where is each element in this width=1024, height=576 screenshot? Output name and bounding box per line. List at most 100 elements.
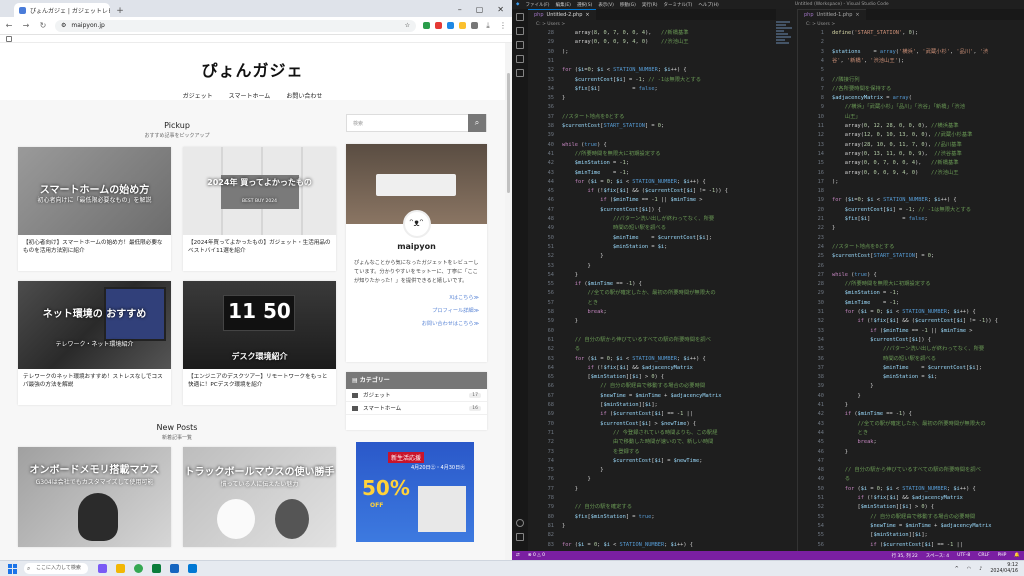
language-mode[interactable]: PHP	[998, 553, 1007, 559]
site-info-icon[interactable]: ⚙	[61, 22, 66, 29]
search-icon[interactable]: ⌕	[468, 114, 486, 132]
source-control-icon[interactable]	[516, 41, 524, 49]
outlook-icon[interactable]	[170, 564, 179, 573]
account-icon[interactable]	[516, 519, 524, 527]
ad-date: 4月20日㊏・4月30日㊋	[411, 465, 466, 471]
line-number: 66	[547, 383, 554, 390]
download-icon[interactable]: ⤓	[483, 21, 493, 31]
code-line: // 自分の駅から伸びているすべての駅の所要時間を調べ	[844, 467, 981, 474]
new-post-card[interactable]: トラックボールマウスの使い勝手 慣っている人に伝えたい魅力	[183, 447, 336, 547]
remote-icon[interactable]: ⇄	[516, 553, 520, 558]
menu-file[interactable]: ファイル(F)	[525, 2, 549, 8]
taskbar-search-input[interactable]: ここに入力して検索	[24, 563, 88, 574]
url-text: maipyon.jp	[71, 22, 105, 29]
nav-item-gadget[interactable]: ガジェット	[183, 91, 213, 100]
reload-icon[interactable]: ↻	[38, 21, 48, 30]
profile-link-contact[interactable]: お問い合わせはこちら≫	[354, 318, 479, 331]
extension-icon[interactable]	[423, 22, 430, 29]
network-icon[interactable]: ◠	[967, 566, 971, 572]
vscode-taskbar-icon[interactable]	[188, 564, 197, 573]
encoding[interactable]: UTF-8	[957, 553, 970, 559]
category-item-smarthome[interactable]: スマートホーム 16	[346, 402, 487, 415]
clock[interactable]: 9:12 2024/04/16	[990, 563, 1018, 574]
address-bar: ← → ↻ ⚙ maipyon.jp ☆ ⤓ ⋮	[0, 17, 512, 35]
menu-view[interactable]: 表示(V)	[598, 2, 614, 8]
extensions-icon[interactable]	[516, 69, 524, 77]
forward-icon[interactable]: →	[21, 21, 31, 30]
browser-tab[interactable]: ぴょんガジェ | ガジェットレビューブログ ×	[14, 3, 110, 17]
url-input[interactable]: ⚙ maipyon.jp ☆	[55, 19, 416, 32]
minimize-icon[interactable]: –	[458, 5, 462, 14]
minimap-left[interactable]	[776, 20, 794, 140]
avatar: ᵔᴥᵔ	[402, 210, 431, 238]
pickup-card[interactable]: ネット環境の おすすめ テレワーク・ネット環境紹介 テレワークのネット環境おすす…	[18, 281, 171, 405]
cursor-position[interactable]: 行 35, 列 22	[892, 553, 918, 559]
menu-edit[interactable]: 編集(E)	[556, 2, 571, 8]
menu-go[interactable]: 移動(G)	[620, 2, 636, 8]
editor-tab-left[interactable]: php Untitled-2.php ×	[528, 9, 596, 20]
pickup-card[interactable]: 11 50 デスク環境紹介 【エンジニアのデスクツアー】リモートワークをもっと快…	[183, 281, 336, 405]
menu-help[interactable]: ヘルプ(H)	[698, 2, 718, 8]
file-explorer-icon[interactable]	[116, 564, 125, 573]
close-tab-icon[interactable]: ×	[585, 12, 589, 18]
explorer-icon[interactable]	[516, 13, 524, 21]
settings-gear-icon[interactable]	[516, 533, 524, 541]
line-number: 36	[817, 355, 824, 362]
maximize-icon[interactable]: ▢	[476, 5, 484, 14]
apps-grid-icon[interactable]	[6, 36, 12, 42]
more-menu-icon[interactable]: ⋮	[498, 21, 508, 30]
line-number: 76	[547, 476, 554, 483]
nav-item-smarthome[interactable]: スマートホーム	[229, 91, 271, 100]
breadcrumb[interactable]: C: > Users >	[528, 20, 776, 29]
code-line: [$minStation][$i] > 0) {	[832, 504, 935, 511]
close-window-icon[interactable]: ✕	[497, 5, 504, 14]
site-logo[interactable]: ぴょんガジェ	[0, 57, 505, 81]
extension-icon[interactable]	[435, 22, 442, 29]
volume-icon[interactable]: ♪	[979, 566, 982, 572]
pickup-card[interactable]: スマートホームの始め方 初心者向けに「最低限必要なもの」を解説 【初心者向け】ス…	[18, 147, 171, 271]
search-icon[interactable]	[516, 27, 524, 35]
line-number: 34	[817, 336, 824, 343]
widgets-icon[interactable]	[98, 564, 107, 573]
pickup-card[interactable]: 2024年 買ってよかったもの BEST BUY 2024 【2024年買ってよ…	[183, 147, 336, 271]
page-scrollbar[interactable]	[505, 43, 512, 560]
start-icon[interactable]	[8, 563, 18, 574]
breadcrumb[interactable]: C: > Users >	[798, 20, 1024, 29]
code-line: array(12, 0, 10, 13, 0, 0), //武蔵小杉基準	[832, 132, 973, 139]
menu-terminal[interactable]: ターミナル(T)	[664, 2, 693, 8]
run-debug-icon[interactable]	[516, 55, 524, 63]
extension-icon[interactable]	[447, 22, 454, 29]
extension-icon[interactable]	[459, 22, 466, 29]
editor-tab-right[interactable]: php Untitled-1.php ×	[798, 9, 866, 20]
menu-run[interactable]: 実行(R)	[642, 2, 658, 8]
code-line: $currentCost[$i]) {	[870, 336, 931, 343]
line-number: 18	[817, 188, 824, 195]
back-icon[interactable]: ←	[4, 21, 14, 30]
category-item-gadget[interactable]: ガジェット 17	[346, 389, 487, 402]
excel-icon[interactable]	[152, 564, 161, 573]
problems-count[interactable]: ⊗ 0 △ 0	[528, 553, 545, 558]
indentation[interactable]: スペース: 4	[926, 553, 949, 559]
profile-link-detail[interactable]: プロフィール詳細≫	[354, 305, 479, 318]
bookmark-star-icon[interactable]: ☆	[405, 22, 410, 29]
search-input[interactable]: 検索	[347, 120, 468, 127]
code-line: }	[562, 262, 591, 269]
new-post-card[interactable]: オンボードメモリ搭載マウス G304は会社でもカスタマイズして使用可能	[18, 447, 171, 547]
line-number: 15	[817, 160, 824, 167]
tray-chevron-icon[interactable]: ^	[955, 566, 959, 572]
chrome-icon[interactable]	[134, 564, 143, 573]
ad-banner[interactable]: 新生活応援 4月20日㊏・4月30日㊋ 50% OFF	[356, 442, 474, 542]
code-line: for ($i = 0; $i < STATION_NUMBER; $i++) …	[844, 485, 976, 492]
notifications-icon[interactable]: 🔔	[1014, 553, 1020, 559]
line-ending[interactable]: CRLF	[978, 553, 989, 559]
new-tab-icon[interactable]: +	[114, 5, 126, 17]
nav-item-contact[interactable]: お問い合わせ	[286, 91, 322, 100]
close-tab-icon[interactable]: ×	[855, 12, 859, 18]
line-number: 60	[547, 327, 554, 334]
profile-link-x[interactable]: Xはこちら≫	[354, 292, 479, 305]
line-number: 37	[817, 364, 824, 371]
code-line: $currentCost[$i] = -1; // -1は無限大とする	[574, 76, 702, 83]
extensions-puzzle-icon[interactable]	[471, 22, 478, 29]
thumb-title: オンボードメモリ搭載マウス	[29, 465, 160, 476]
menu-selection[interactable]: 選択(S)	[577, 2, 592, 8]
